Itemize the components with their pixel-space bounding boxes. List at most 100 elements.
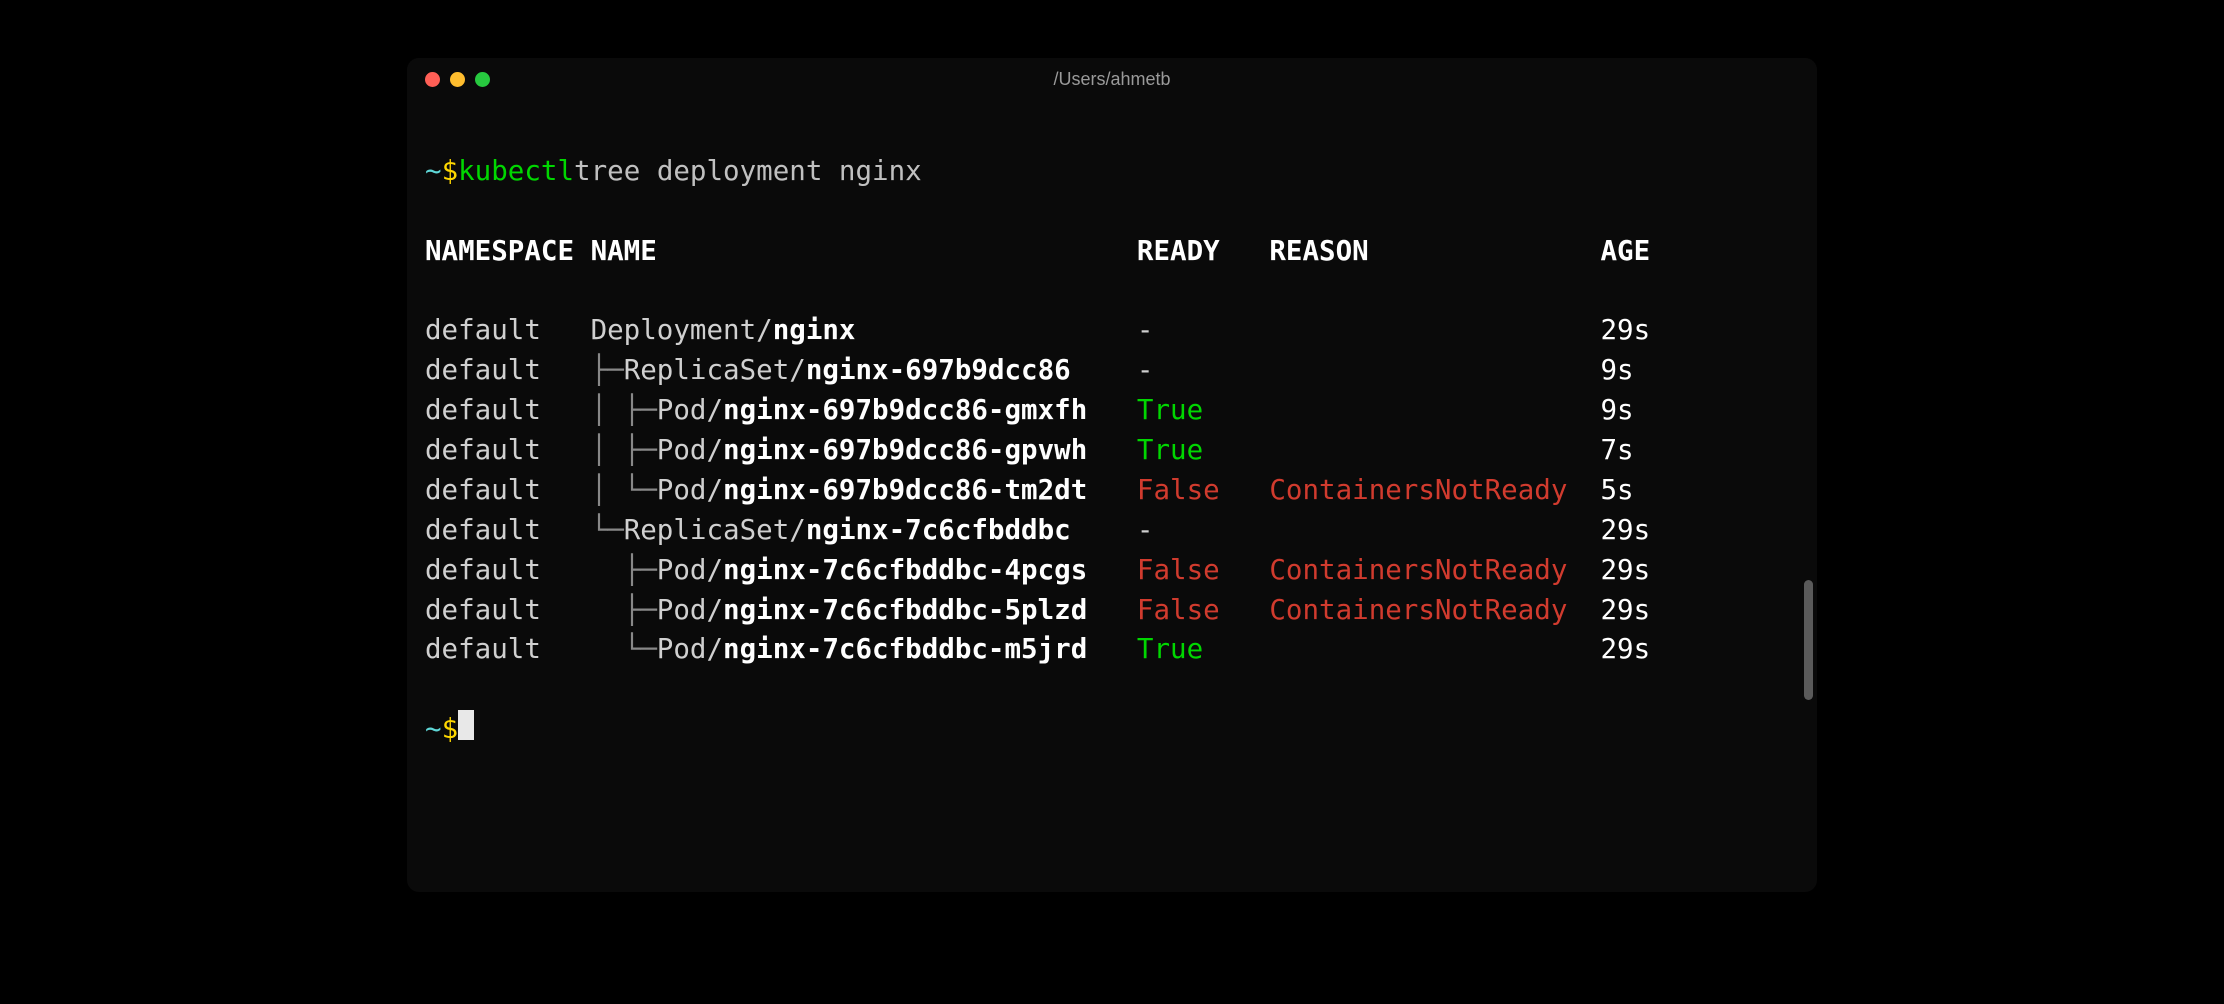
ready-cell: - (1137, 311, 1269, 351)
name-cell: │ ├─Pod/nginx-697b9dcc86-gmxfh (591, 391, 1137, 431)
table-row: defaultDeployment/nginx-29s (425, 311, 1799, 351)
resource-kind: Pod (657, 630, 707, 670)
age-cell: 9s (1600, 351, 1666, 391)
resource-kind: Pod (657, 471, 707, 511)
namespace-cell: default (425, 471, 591, 511)
namespace-cell: default (425, 630, 591, 670)
namespace-cell: default (425, 351, 591, 391)
name-cell: ├─Pod/nginx-7c6cfbddbc-4pcgs (591, 551, 1137, 591)
tree-branch-icon: │ └─ (591, 471, 657, 511)
reason-cell: ContainersNotReady (1269, 551, 1600, 591)
ready-cell: - (1137, 511, 1269, 551)
ready-cell: False (1137, 471, 1269, 511)
resource-kind: Pod (657, 391, 707, 431)
terminal-body[interactable]: ~ $ kubectl tree deployment nginx NAMESP… (407, 100, 1817, 892)
namespace-cell: default (425, 591, 591, 631)
prompt-tilde: ~ (425, 710, 442, 750)
resource-kind: Pod (657, 591, 707, 631)
table-row: default│ ├─Pod/nginx-697b9dcc86-gmxfhTru… (425, 391, 1799, 431)
resource-name: nginx (773, 311, 856, 351)
age-cell: 29s (1600, 630, 1666, 670)
namespace-cell: default (425, 551, 591, 591)
namespace-cell: default (425, 391, 591, 431)
name-cell: └─ReplicaSet/nginx-7c6cfbddbc (591, 511, 1137, 551)
resource-name: nginx-7c6cfbddbc (806, 511, 1071, 551)
slash-separator: / (789, 511, 806, 551)
prompt-tilde: ~ (425, 152, 442, 192)
reason-cell (1269, 311, 1600, 351)
reason-cell (1269, 391, 1600, 431)
table-row: default ├─Pod/nginx-7c6cfbddbc-4pcgsFals… (425, 551, 1799, 591)
reason-cell: ContainersNotReady (1269, 591, 1600, 631)
resource-kind: Deployment (591, 311, 757, 351)
reason-cell (1269, 511, 1600, 551)
age-cell: 29s (1600, 511, 1666, 551)
command-name: kubectl (458, 152, 574, 192)
resource-name: nginx-7c6cfbddbc-5plzd (723, 591, 1087, 631)
terminal-window[interactable]: /Users/ahmetb ~ $ kubectl tree deploymen… (407, 58, 1817, 892)
table-row: default└─ReplicaSet/nginx-7c6cfbddbc- 29s (425, 511, 1799, 551)
header-reason: REASON (1269, 232, 1600, 272)
prompt-dollar: $ (442, 152, 459, 192)
table-row: default └─Pod/nginx-7c6cfbddbc-m5jrdTrue… (425, 630, 1799, 670)
tree-branch-icon: │ ├─ (591, 391, 657, 431)
age-cell: 5s (1600, 471, 1666, 511)
ready-cell: True (1137, 431, 1269, 471)
scrollbar[interactable] (1804, 580, 1813, 700)
age-cell: 29s (1600, 591, 1666, 631)
prompt-line-empty: ~ $ (425, 710, 1799, 750)
ready-cell: True (1137, 391, 1269, 431)
minimize-icon[interactable] (450, 72, 465, 87)
header-age: AGE (1600, 232, 1666, 272)
resource-name: nginx-7c6cfbddbc-4pcgs (723, 551, 1087, 591)
tree-branch-icon: └─ (591, 630, 657, 670)
ready-cell: False (1137, 551, 1269, 591)
titlebar: /Users/ahmetb (407, 58, 1817, 100)
slash-separator: / (706, 471, 723, 511)
header-namespace: NAMESPACE (425, 232, 591, 272)
age-cell: 9s (1600, 391, 1666, 431)
table-row: default ├─Pod/nginx-7c6cfbddbc-5plzdFals… (425, 591, 1799, 631)
prompt-line: ~ $ kubectl tree deployment nginx (425, 152, 1799, 192)
age-cell: 7s (1600, 431, 1666, 471)
prompt-dollar: $ (442, 710, 459, 750)
reason-cell: ContainersNotReady (1269, 471, 1600, 511)
maximize-icon[interactable] (475, 72, 490, 87)
resource-kind: ReplicaSet (624, 351, 790, 391)
reason-cell (1269, 351, 1600, 391)
table-header: NAMESPACENAMEREADYREASONAGE (425, 232, 1799, 272)
resource-name: nginx-7c6cfbddbc-m5jrd (723, 630, 1087, 670)
tree-branch-icon: ├─ (591, 351, 624, 391)
table-row: default│ ├─Pod/nginx-697b9dcc86-gpvwhTru… (425, 431, 1799, 471)
resource-kind: Pod (657, 431, 707, 471)
slash-separator: / (706, 551, 723, 591)
ready-cell: False (1137, 591, 1269, 631)
namespace-cell: default (425, 511, 591, 551)
resource-kind: Pod (657, 551, 707, 591)
resource-name: nginx-697b9dcc86-tm2dt (723, 471, 1087, 511)
age-cell: 29s (1600, 551, 1666, 591)
header-name: NAME (591, 232, 1137, 272)
header-ready: READY (1137, 232, 1269, 272)
reason-cell (1269, 431, 1600, 471)
tree-branch-icon: │ ├─ (591, 431, 657, 471)
reason-cell (1269, 630, 1600, 670)
slash-separator: / (756, 311, 773, 351)
traffic-lights (425, 72, 490, 87)
slash-separator: / (706, 630, 723, 670)
table-row: default│ └─Pod/nginx-697b9dcc86-tm2dtFal… (425, 471, 1799, 511)
age-cell: 29s (1600, 311, 1666, 351)
resource-name: nginx-697b9dcc86 (806, 351, 1071, 391)
ready-cell: True (1137, 630, 1269, 670)
tree-branch-icon: ├─ (591, 551, 657, 591)
name-cell: │ ├─Pod/nginx-697b9dcc86-gpvwh (591, 431, 1137, 471)
name-cell: └─Pod/nginx-7c6cfbddbc-m5jrd (591, 630, 1137, 670)
slash-separator: / (706, 431, 723, 471)
name-cell: Deployment/nginx (591, 311, 1137, 351)
close-icon[interactable] (425, 72, 440, 87)
command-args: tree deployment nginx (574, 152, 922, 192)
name-cell: ├─ReplicaSet/nginx-697b9dcc86 (591, 351, 1137, 391)
name-cell: │ └─Pod/nginx-697b9dcc86-tm2dt (591, 471, 1137, 511)
tree-branch-icon: ├─ (591, 591, 657, 631)
resource-name: nginx-697b9dcc86-gpvwh (723, 431, 1087, 471)
